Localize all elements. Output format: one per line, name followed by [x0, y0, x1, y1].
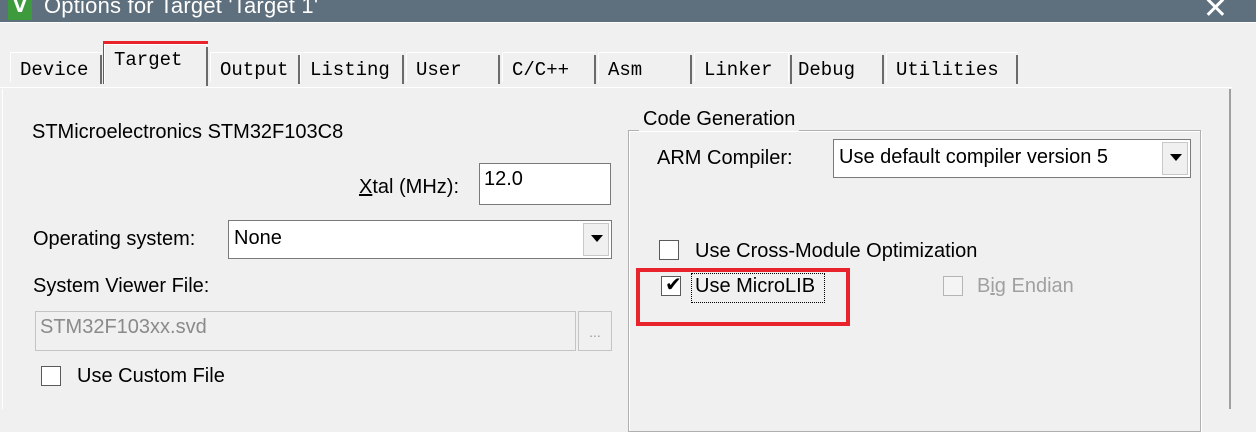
arm-compiler-label: ARM Compiler: — [657, 147, 793, 169]
tab-output[interactable]: Output — [210, 52, 300, 84]
tab-asm[interactable]: Asm — [598, 52, 692, 84]
cross-module-label[interactable]: Use Cross-Module Optimization — [695, 240, 977, 263]
arm-compiler-select[interactable]: Use default compiler version 5 — [833, 139, 1191, 178]
use-custom-file-checkbox[interactable] — [41, 366, 61, 386]
os-select-value: None — [234, 227, 282, 249]
options-dialog: Device Target Output Listing User C/C++ … — [0, 22, 1256, 432]
os-label: Operating system: — [33, 228, 196, 250]
tab-target[interactable]: Target — [104, 44, 208, 86]
big-endian-label: Big Endian — [977, 275, 1074, 297]
system-viewer-input[interactable]: STM32F103xx.svd — [35, 311, 576, 351]
target-tab-page: STMicroelectronics STM32F103C8 Xtal (MHz… — [2, 89, 1231, 432]
microlib-checkbox[interactable]: ✔ — [661, 272, 682, 296]
device-name: STMicroelectronics STM32F103C8 — [32, 121, 344, 143]
tab-listing[interactable]: Listing — [300, 52, 404, 84]
tab-linker[interactable]: Linker — [694, 52, 792, 84]
chevron-down-icon[interactable] — [583, 223, 609, 256]
xtal-label: Xtal (MHz): — [359, 176, 460, 198]
title-bar: V Options for Target 'Target 1' ✕ — [0, 0, 1256, 22]
keil-app-icon: V — [8, 0, 32, 20]
tab-debug[interactable]: Debug — [788, 52, 884, 84]
microlib-label[interactable]: Use MicroLIB — [695, 275, 815, 298]
tab-user[interactable]: User — [406, 52, 500, 84]
cross-module-checkbox[interactable] — [659, 240, 679, 260]
os-select[interactable]: None — [228, 220, 612, 259]
tab-utilities[interactable]: Utilities — [886, 52, 1018, 84]
checkmark-icon: ✔ — [665, 272, 682, 296]
window-title: Options for Target 'Target 1' — [44, 0, 319, 18]
tab-c-cpp[interactable]: C/C++ — [502, 52, 596, 84]
chevron-down-icon[interactable] — [1162, 142, 1188, 175]
tab-baseline — [0, 87, 1232, 88]
arm-compiler-value: Use default compiler version 5 — [839, 146, 1109, 168]
browse-button[interactable]: ... — [578, 311, 612, 351]
xtal-input[interactable]: 12.0 — [479, 163, 611, 205]
big-endian-checkbox[interactable] — [943, 276, 963, 296]
system-viewer-label: System Viewer File: — [33, 275, 210, 297]
close-icon[interactable]: ✕ — [1203, 0, 1228, 22]
code-generation-title: Code Generation — [639, 108, 800, 131]
tab-device[interactable]: Device — [10, 52, 102, 84]
use-custom-file-label[interactable]: Use Custom File — [77, 365, 225, 388]
